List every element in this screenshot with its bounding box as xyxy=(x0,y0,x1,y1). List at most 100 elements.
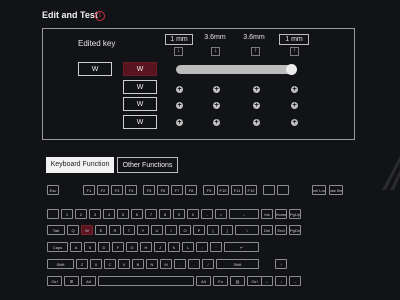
key--[interactable]: ↓ xyxy=(275,276,287,286)
key-f8[interactable]: F8 xyxy=(185,185,197,195)
key-pgup[interactable]: PgUp xyxy=(289,209,301,219)
key-h[interactable]: H xyxy=(140,242,152,252)
key-c[interactable]: C xyxy=(104,259,116,269)
key-7[interactable]: 7 xyxy=(145,209,157,219)
key-u[interactable]: U xyxy=(151,225,163,235)
key-f2[interactable]: F2 xyxy=(97,185,109,195)
key-v[interactable]: V xyxy=(118,259,130,269)
key-9[interactable]: 9 xyxy=(173,209,185,219)
key-l[interactable]: L xyxy=(182,242,194,252)
key-fn[interactable]: Fn xyxy=(213,276,228,286)
key-2[interactable]: 2 xyxy=(75,209,87,219)
tab-keyboard-function[interactable]: Keyboard Function xyxy=(46,157,114,173)
key-x[interactable]: X xyxy=(90,259,102,269)
stack-key[interactable]: W xyxy=(123,97,157,111)
key-tab[interactable]: Tab xyxy=(47,225,65,235)
key-ctrl[interactable]: Ctrl xyxy=(47,276,62,286)
release-distance-input[interactable]: 1 mm xyxy=(279,34,309,45)
key-s[interactable]: S xyxy=(84,242,96,252)
edited-key[interactable]: W xyxy=(78,62,112,76)
key-pgdn[interactable]: PgDn xyxy=(289,225,301,235)
key--[interactable]: ↑ xyxy=(275,259,287,269)
key-del[interactable]: Del xyxy=(261,225,273,235)
key--[interactable]: → xyxy=(289,276,301,286)
stack-key[interactable]: W xyxy=(123,80,157,94)
key--[interactable]: \ xyxy=(235,225,259,235)
key-f10[interactable]: F10 xyxy=(217,185,229,195)
tab-other-functions[interactable]: Other Functions xyxy=(117,157,178,173)
key-n[interactable]: N xyxy=(146,259,158,269)
key-alt[interactable]: Alt xyxy=(81,276,96,286)
key-shift[interactable]: Shift xyxy=(47,259,74,269)
info-icon[interactable]: i xyxy=(95,11,105,21)
key-f6[interactable]: F6 xyxy=(157,185,169,195)
key-ctrl[interactable]: Ctrl xyxy=(247,276,262,286)
key-o[interactable]: O xyxy=(179,225,191,235)
key-f3[interactable]: F3 xyxy=(111,185,123,195)
key--[interactable]: ' xyxy=(210,242,222,252)
key--[interactable]: ] xyxy=(221,225,233,235)
key-f9[interactable]: F9 xyxy=(203,185,215,195)
key-t[interactable]: T xyxy=(123,225,135,235)
key--[interactable]: = xyxy=(215,209,227,219)
key-f12[interactable]: F12 xyxy=(245,185,257,195)
key--[interactable]: ↵ xyxy=(224,242,259,252)
key--[interactable]: , xyxy=(174,259,186,269)
key-blank[interactable] xyxy=(98,276,194,286)
key-a[interactable]: A xyxy=(70,242,82,252)
key-esc[interactable]: Esc xyxy=(47,185,59,195)
key--[interactable]: - xyxy=(201,209,213,219)
key-alt[interactable]: Alt xyxy=(196,276,211,286)
key-i[interactable]: I xyxy=(165,225,177,235)
key-k[interactable]: K xyxy=(168,242,180,252)
key-pause-break[interactable]: Pause Break xyxy=(329,185,343,195)
travel-slider[interactable] xyxy=(176,65,295,74)
key-f11[interactable]: F11 xyxy=(231,185,243,195)
stack-key[interactable]: W xyxy=(123,115,157,129)
key-z[interactable]: Z xyxy=(76,259,88,269)
key-g[interactable]: G xyxy=(126,242,138,252)
key-end[interactable]: End xyxy=(275,225,287,235)
key-blank[interactable] xyxy=(277,185,289,195)
key--[interactable]: ; xyxy=(196,242,208,252)
key-5[interactable]: 5 xyxy=(117,209,129,219)
key--[interactable]: ← xyxy=(261,276,273,286)
key-j[interactable]: J xyxy=(154,242,166,252)
key-f7[interactable]: F7 xyxy=(171,185,183,195)
add-binding-button[interactable]: + xyxy=(253,119,260,126)
key-f4[interactable]: F4 xyxy=(125,185,137,195)
key--[interactable]: ▤ xyxy=(230,276,245,286)
key-f1[interactable]: F1 xyxy=(83,185,95,195)
add-binding-button[interactable]: + xyxy=(213,102,220,109)
key-b[interactable]: B xyxy=(132,259,144,269)
actuation-distance-input[interactable]: 1 mm xyxy=(165,34,193,45)
key-d[interactable]: D xyxy=(98,242,110,252)
key-shift[interactable]: Shift xyxy=(216,259,259,269)
slider-handle[interactable] xyxy=(286,64,297,75)
key-e[interactable]: E xyxy=(95,225,107,235)
add-binding-button[interactable]: + xyxy=(176,86,183,93)
key-y[interactable]: Y xyxy=(137,225,149,235)
key-6[interactable]: 6 xyxy=(131,209,143,219)
key-m[interactable]: M xyxy=(160,259,172,269)
key-r[interactable]: R xyxy=(109,225,121,235)
key--[interactable]: / xyxy=(202,259,214,269)
key-caps[interactable]: Caps xyxy=(47,242,68,252)
key-scrll-lock[interactable]: Scrll Lock xyxy=(312,185,326,195)
key-f5[interactable]: F5 xyxy=(143,185,155,195)
add-binding-button[interactable]: + xyxy=(213,86,220,93)
key-ins[interactable]: Ins xyxy=(261,209,273,219)
add-binding-button[interactable]: + xyxy=(176,102,183,109)
key--[interactable]: ` xyxy=(47,209,59,219)
key-4[interactable]: 4 xyxy=(103,209,115,219)
key-8[interactable]: 8 xyxy=(159,209,171,219)
key-w[interactable]: W xyxy=(81,225,93,235)
add-binding-button[interactable]: + xyxy=(291,86,298,93)
add-binding-button[interactable]: + xyxy=(291,119,298,126)
key-3[interactable]: 3 xyxy=(89,209,101,219)
key--[interactable]: ← xyxy=(229,209,259,219)
key-home[interactable]: Home xyxy=(275,209,287,219)
add-binding-button[interactable]: + xyxy=(253,102,260,109)
key-q[interactable]: Q xyxy=(67,225,79,235)
key--[interactable]: [ xyxy=(207,225,219,235)
